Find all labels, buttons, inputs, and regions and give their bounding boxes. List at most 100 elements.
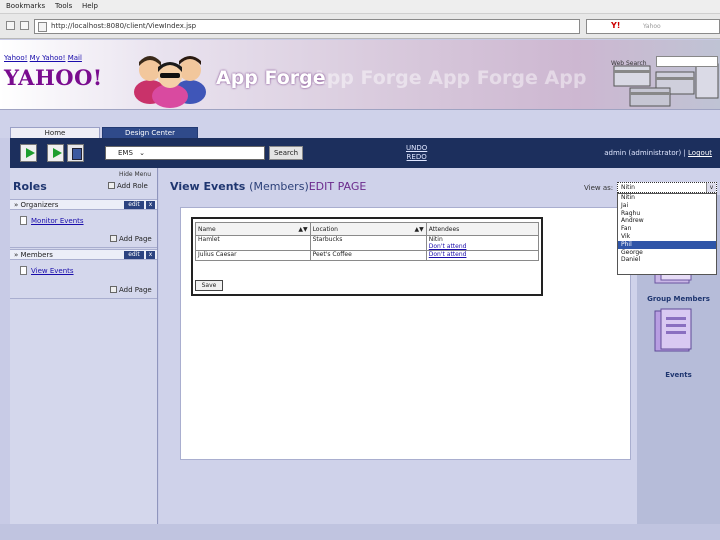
events-grid-widget[interactable]: Name ▲▼ Location ▲▼ Attendees Hamlet Starb… bbox=[191, 217, 543, 296]
page-link-monitor-events[interactable]: Monitor Events bbox=[20, 216, 84, 225]
sort-arrows-icon[interactable]: ▲▼ bbox=[415, 226, 424, 233]
cell-name: Julius Caesar bbox=[195, 250, 311, 261]
web-search-input[interactable] bbox=[656, 56, 718, 67]
cell-name: Hamlet bbox=[195, 235, 311, 251]
address-text: http://localhost:8080/client/ViewIndex.j… bbox=[51, 22, 197, 30]
table-row: Hamlet Starbucks Nitin Don't attend bbox=[195, 235, 540, 251]
view-as-select[interactable]: Nitin v bbox=[617, 182, 717, 193]
page-link-view-events[interactable]: View Events bbox=[20, 266, 74, 275]
delete-role-button[interactable]: x bbox=[146, 251, 155, 259]
cell-location: Starbucks bbox=[309, 235, 427, 251]
option-george[interactable]: George bbox=[618, 249, 716, 257]
add-icon bbox=[110, 235, 117, 242]
page-select-value: EMS bbox=[118, 149, 133, 157]
option-nitin[interactable]: Nitin bbox=[618, 194, 716, 202]
chevron-down-icon[interactable]: v bbox=[706, 183, 716, 192]
add-role-label: Add Role bbox=[117, 182, 148, 190]
view-as-label: View as: bbox=[584, 184, 614, 192]
logout-link[interactable]: Logout bbox=[688, 149, 712, 157]
view-as-dropdown[interactable]: Nitin Jai Raghu Andrew Fan Vik Phil Geor… bbox=[617, 193, 717, 275]
link-my-yahoo[interactable]: My Yahoo! bbox=[30, 54, 66, 62]
link-mail[interactable]: Mail bbox=[68, 54, 82, 62]
address-bar[interactable]: http://localhost:8080/client/ViewIndex.j… bbox=[34, 19, 580, 34]
yahoo-logo: YAHOO! bbox=[4, 65, 103, 90]
column-header[interactable]: Location ▲▼ bbox=[309, 222, 427, 236]
divider bbox=[10, 298, 157, 299]
add-page-button[interactable]: Add Page bbox=[110, 286, 152, 294]
roles-title: Roles bbox=[13, 180, 47, 193]
chevron-down-icon: ⌄ bbox=[139, 149, 146, 157]
role-row-members[interactable]: » Members edit x bbox=[10, 249, 157, 260]
page-select[interactable]: EMS ⌄ bbox=[105, 146, 265, 160]
dont-attend-link[interactable]: Don't attend bbox=[429, 251, 467, 258]
add-icon bbox=[108, 182, 115, 189]
option-andrew[interactable]: Andrew bbox=[618, 217, 716, 225]
yahoo-search-logo: Y! bbox=[611, 21, 621, 30]
run-page-icon[interactable] bbox=[47, 144, 64, 162]
events-label: Events bbox=[665, 371, 692, 379]
document-icon bbox=[20, 216, 27, 225]
menu-bookmarks[interactable]: Bookmarks bbox=[6, 2, 45, 10]
roles-sidebar: Hide Menu Roles Add Role » Organizers ed… bbox=[10, 168, 158, 524]
hide-menu-link[interactable]: Hide Menu bbox=[119, 171, 151, 178]
search-button[interactable]: Search bbox=[269, 146, 303, 160]
user-name: admin (administrator) bbox=[604, 149, 682, 157]
delete-role-button[interactable]: x bbox=[146, 201, 155, 209]
app-header: Yahoo! My Yahoo! Mail YAHOO! App Forge A… bbox=[0, 40, 720, 110]
add-page-button[interactable]: Add Page bbox=[110, 235, 152, 243]
group-members-label: Group Members bbox=[647, 295, 710, 303]
option-vik[interactable]: Vik bbox=[618, 233, 716, 241]
events-table: Name ▲▼ Location ▲▼ Attendees Hamlet Starb… bbox=[195, 222, 540, 261]
yahoo-links: Yahoo! My Yahoo! Mail bbox=[4, 54, 82, 62]
save-icon[interactable] bbox=[67, 144, 84, 162]
cell-attendees: Don't attend bbox=[425, 250, 540, 261]
cell-attendees: Nitin Don't attend bbox=[425, 235, 540, 251]
run-icon[interactable] bbox=[20, 144, 37, 162]
role-label: » Organizers bbox=[14, 201, 59, 209]
add-role-button[interactable]: Add Role bbox=[108, 182, 148, 190]
user-info: admin (administrator) | Logout bbox=[604, 149, 712, 157]
option-phil[interactable]: Phil bbox=[618, 240, 716, 249]
edit-role-button[interactable]: edit bbox=[124, 201, 144, 209]
edit-role-button[interactable]: edit bbox=[124, 251, 144, 259]
browser-menubar: Bookmarks Tools Help bbox=[0, 0, 720, 14]
bottom-bar bbox=[0, 524, 720, 540]
home-icon[interactable] bbox=[20, 21, 29, 30]
option-jai[interactable]: Jai bbox=[618, 202, 716, 210]
table-header: Name ▲▼ Location ▲▼ Attendees bbox=[195, 222, 540, 236]
events-icon[interactable] bbox=[649, 307, 699, 353]
page-icon bbox=[38, 22, 47, 32]
save-button[interactable]: Save bbox=[195, 280, 223, 291]
users-icon bbox=[134, 56, 206, 108]
design-toolbar: EMS ⌄ Search UNDO REDO admin (administra… bbox=[10, 138, 720, 168]
divider bbox=[10, 247, 157, 248]
web-search-label: Web Search bbox=[611, 60, 647, 67]
app-name-ghost: App Forge App Forge App bbox=[312, 67, 587, 89]
tab-home[interactable]: Home bbox=[10, 127, 100, 138]
undo-redo: UNDO REDO bbox=[406, 144, 427, 162]
column-header[interactable]: Name ▲▼ bbox=[195, 222, 311, 236]
undo-link[interactable]: UNDO bbox=[406, 144, 427, 153]
app-name: App Forge bbox=[216, 67, 326, 89]
sort-arrows-icon[interactable]: ▲▼ bbox=[298, 226, 307, 233]
tab-bar: Home Design Center bbox=[0, 110, 720, 138]
table-row: Julius Caesar Peet's Coffee Don't attend bbox=[195, 250, 540, 261]
page-title: View Events (Members)EDIT PAGE bbox=[170, 180, 367, 193]
tab-design-center[interactable]: Design Center bbox=[102, 127, 198, 138]
yahoo-search-box[interactable]: Y! Yahoo bbox=[586, 19, 720, 34]
link-yahoo[interactable]: Yahoo! bbox=[4, 54, 27, 62]
view-as-value: Nitin bbox=[621, 184, 635, 191]
menu-help[interactable]: Help bbox=[82, 2, 98, 10]
redo-link[interactable]: REDO bbox=[406, 153, 427, 162]
option-fan[interactable]: Fan bbox=[618, 225, 716, 233]
add-icon bbox=[110, 286, 117, 293]
option-daniel[interactable]: Daniel bbox=[618, 256, 716, 264]
yahoo-search-placeholder: Yahoo bbox=[643, 23, 661, 30]
browser-toolbar: http://localhost:8080/client/ViewIndex.j… bbox=[0, 14, 720, 39]
menu-tools[interactable]: Tools bbox=[55, 2, 72, 10]
reload-icon[interactable] bbox=[6, 21, 15, 30]
option-raghu[interactable]: Raghu bbox=[618, 210, 716, 218]
dont-attend-link[interactable]: Don't attend bbox=[429, 243, 467, 250]
column-header[interactable]: Attendees bbox=[425, 222, 540, 236]
role-row-organizers[interactable]: » Organizers edit x bbox=[10, 199, 157, 210]
